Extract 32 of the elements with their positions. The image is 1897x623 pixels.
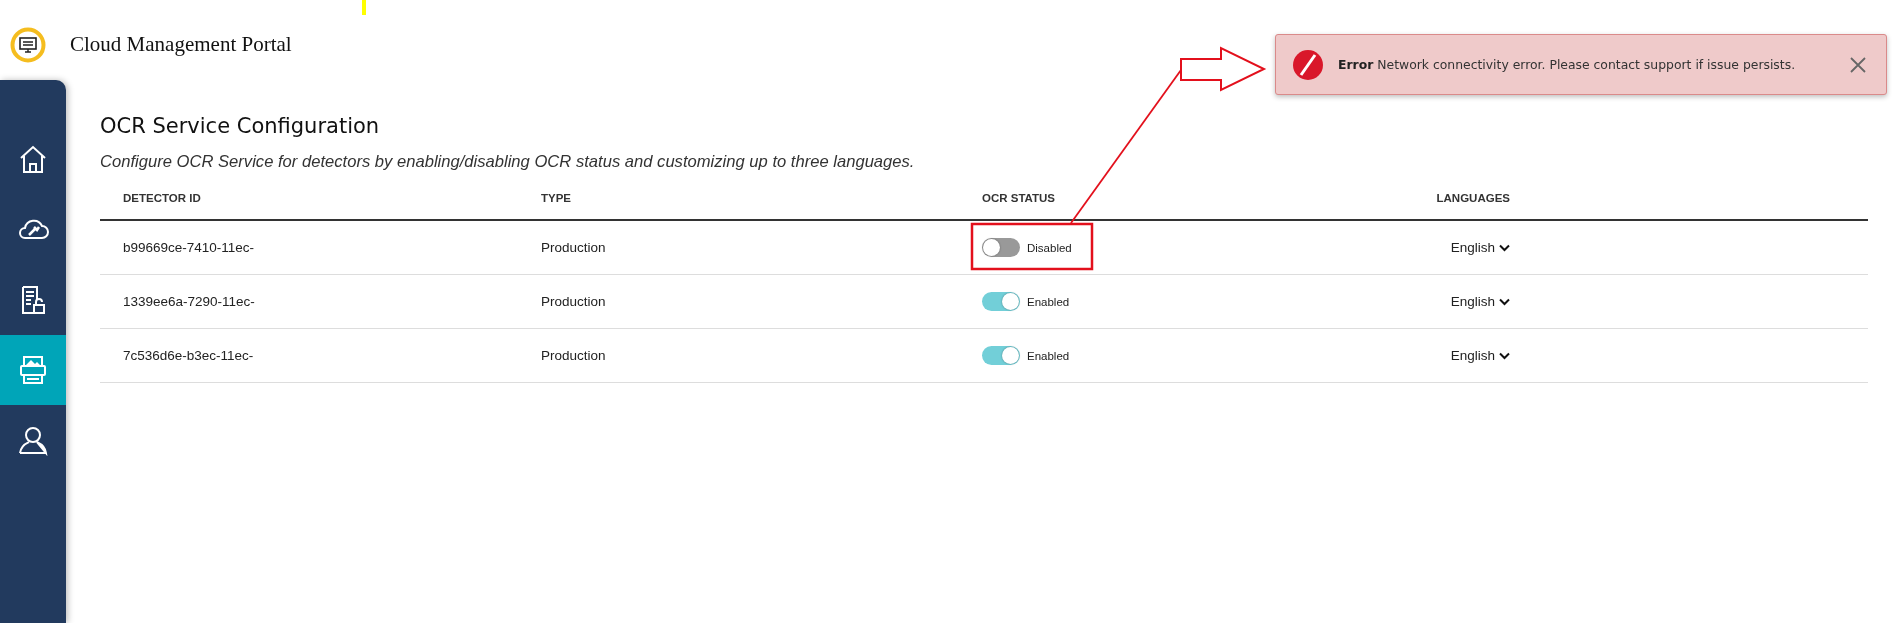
toggle-switch[interactable]	[982, 238, 1020, 257]
highlight-marker	[362, 0, 366, 15]
close-icon[interactable]	[1848, 54, 1868, 75]
table-cell: 7c536d6e-b3ec-11ec-	[100, 329, 518, 383]
table-cell: Production	[518, 329, 959, 383]
toast-message: Error Network connectivity error. Please contact support if issue persists.	[1338, 57, 1797, 72]
column-header: TYPE	[518, 192, 959, 221]
error-icon	[1292, 48, 1324, 81]
person-icon	[17, 424, 49, 456]
printer-icon	[17, 354, 49, 386]
table-cell: Production	[518, 221, 959, 275]
table-cell: 1339ee6a-7290-11ec-	[100, 275, 518, 329]
logo-icon	[10, 27, 46, 63]
page-description: Configure OCR Service for detectors by enabling/disabling OCR status and customizing up to three languages.	[100, 152, 916, 172]
table-cell: b99669ce-7410-11ec-	[100, 221, 518, 275]
toggle-switch[interactable]	[982, 346, 1020, 365]
language-dropdown[interactable]: English	[1450, 294, 1510, 309]
chevron-down-icon	[1499, 243, 1510, 252]
chevron-down-icon	[1499, 297, 1510, 306]
status-label: Enabled	[1027, 295, 1070, 308]
column-header: OCR STATUS	[959, 192, 1379, 221]
toggle-switch[interactable]	[982, 292, 1020, 311]
language-dropdown[interactable]: English	[1450, 348, 1510, 363]
page-title: OCR Service Configuration	[100, 114, 381, 138]
app-title: Cloud Management Portal	[70, 31, 292, 57]
column-header: LANGUAGES	[1379, 192, 1530, 221]
status-label: Disabled	[1027, 241, 1072, 254]
table-cell: Production	[518, 275, 959, 329]
column-header: DETECTOR ID	[100, 192, 518, 221]
chevron-down-icon	[1499, 351, 1510, 360]
language-dropdown[interactable]: English	[1450, 240, 1510, 255]
status-label: Enabled	[1027, 349, 1070, 362]
